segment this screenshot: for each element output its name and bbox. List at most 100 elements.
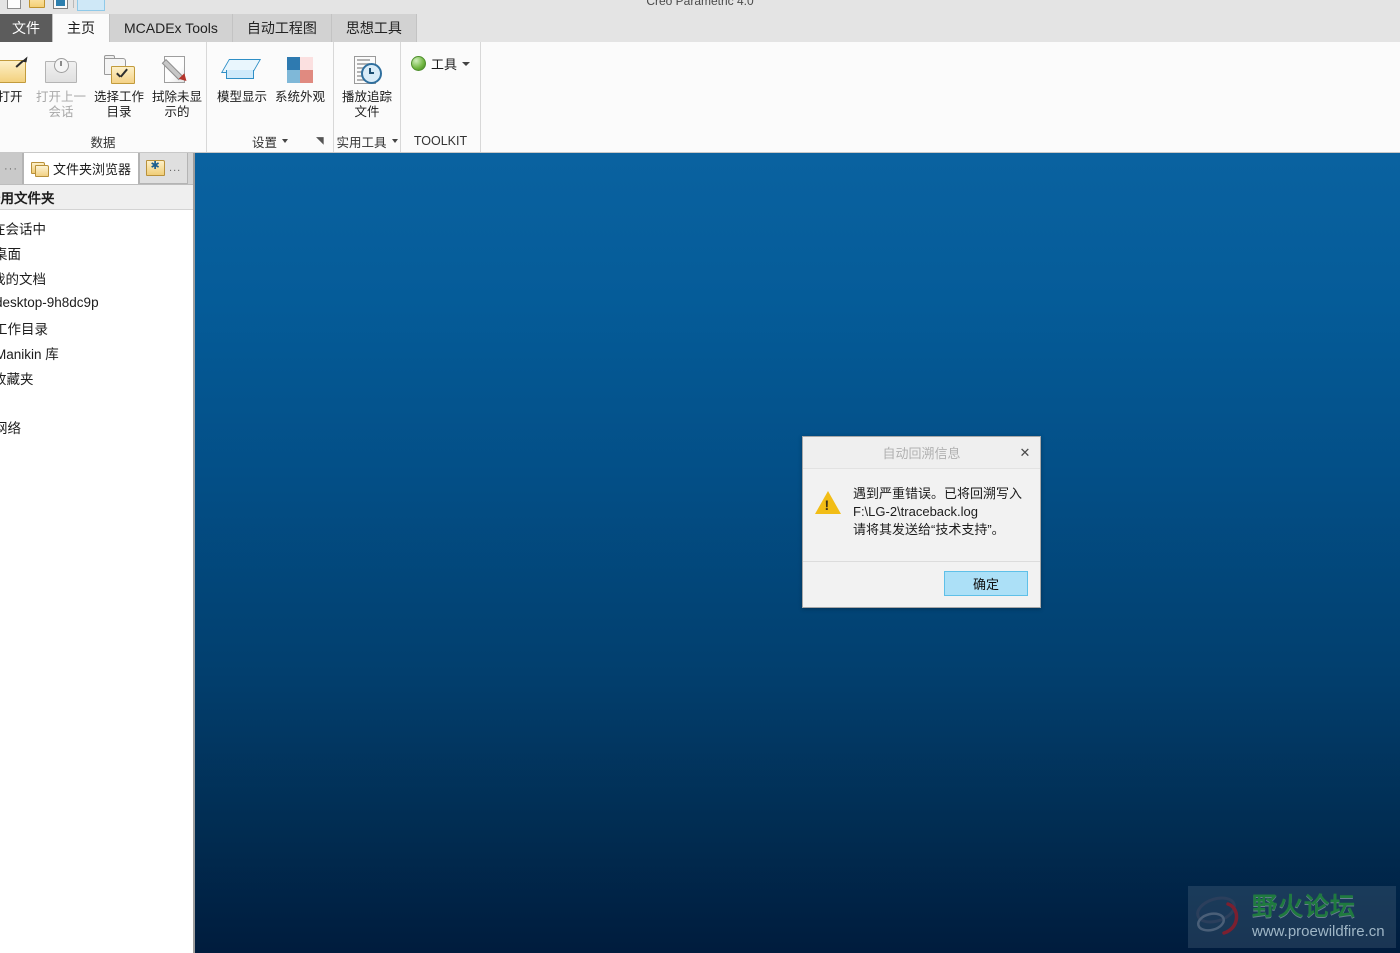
ribbon-group-settings: 模型显示 系统外观 设置 ◥ (207, 42, 334, 152)
folder-check-icon (96, 50, 142, 90)
tree-item-label: 我的文档 (0, 271, 46, 287)
play-trace-file-icon (344, 50, 390, 90)
system-appearance-label: 系统外观 (274, 90, 325, 104)
ribbon-group-utilities-label-text: 实用工具 (336, 135, 387, 150)
navigator-panel: ··· 文件夹浏览器 ... 公用文件夹 在会话中 桌面 (0, 153, 195, 953)
ribbon-group-data-label: 数据 (0, 130, 206, 152)
navigator-tabs: ··· 文件夹浏览器 ... (0, 153, 193, 185)
open-button-label: 打开 (0, 90, 23, 104)
folder-star-icon (146, 159, 166, 176)
tree-item-label: 网络 (0, 420, 21, 436)
ribbon-group-data: 打开 打开上一会话 选择工作目录 拭除未显示的 数据 (0, 42, 207, 152)
tree-item-favorites[interactable]: 收藏夹 (0, 365, 193, 390)
tree-item-label: 收藏夹 (0, 371, 34, 387)
navigator-header-label: 公用文件夹 (0, 191, 55, 206)
ribbon-group-settings-label[interactable]: 设置 ◥ (207, 130, 333, 152)
folders-icon (31, 161, 49, 177)
ribbon-group-settings-label-text: 设置 (251, 135, 277, 150)
ribbon-group-utilities-label[interactable]: 实用工具 (334, 130, 400, 152)
dialog-title-bar: 自动回溯信息 ✕ (803, 437, 1040, 469)
warning-triangle-icon (815, 491, 841, 514)
open-last-session-label: 打开上一会话 (35, 90, 86, 119)
chevron-down-icon (282, 139, 288, 143)
erase-not-displayed-button[interactable]: 拭除未显示的 (148, 48, 206, 120)
ribbon-group-data-items: 打开 打开上一会话 选择工作目录 拭除未显示的 (0, 42, 206, 130)
swatch-3 (287, 70, 300, 83)
chevron-down-icon (462, 61, 471, 66)
tab-mcadex-tools[interactable]: MCADEx Tools (110, 14, 233, 42)
tab-thinking-tools[interactable]: 思想工具 (331, 14, 417, 42)
navigator-tree: 在会话中 桌面 我的文档 desktop-9h8dc9p 工作目录 Maniki… (0, 210, 193, 439)
ribbon: 打开 打开上一会话 选择工作目录 拭除未显示的 数据 模型显示 系统外观 设置 … (0, 42, 1400, 153)
tree-item-manikin-library[interactable]: Manikin 库 (0, 340, 193, 365)
toolkit-tools-button[interactable]: 工具 (401, 48, 480, 73)
chevron-down-icon (391, 139, 398, 143)
play-trace-file-button[interactable]: 播放追踪文件 (338, 48, 396, 120)
select-working-directory-button[interactable]: 选择工作目录 (90, 48, 148, 120)
watermark-url: www.proewildfire.cn (1252, 923, 1385, 940)
green-orb-icon (411, 56, 426, 71)
erase-not-displayed-label: 拭除未显示的 (151, 90, 202, 119)
dialog-body: 遇到严重错误。已将回溯写入 F:\LG-2\traceback.log 请将其发… (803, 469, 1040, 561)
graphics-area[interactable] (195, 153, 1400, 953)
open-folder-icon (0, 50, 33, 90)
ribbon-tabstrip: 文件 主页 MCADEx Tools 自动工程图 思想工具 (0, 14, 1400, 43)
tree-item-label: 桌面 (0, 246, 21, 262)
tree-item-label: 在会话中 (0, 221, 46, 237)
ribbon-group-settings-items: 模型显示 系统外观 (207, 42, 333, 130)
navigator-tab-favorites-more: ... (169, 162, 182, 174)
open-button[interactable]: 打开 (0, 48, 32, 105)
ribbon-group-toolkit: 工具 TOOLKIT (401, 42, 482, 152)
ribbon-group-data-label-text: 数据 (90, 135, 116, 150)
dialog-launcher-icon[interactable]: ◥ (316, 136, 327, 147)
dialog-message-line-1: 遇到严重错误。已将回溯写入 (853, 486, 1023, 501)
tab-auto-drawing[interactable]: 自动工程图 (232, 14, 332, 42)
swatch-2 (300, 57, 313, 70)
tree-item-label: 工作目录 (0, 321, 48, 337)
collapse-dots-icon: ··· (4, 162, 18, 175)
ribbon-tabs: 文件 主页 MCADEx Tools 自动工程图 思想工具 (0, 14, 1400, 42)
tree-item-in-session[interactable]: 在会话中 (0, 215, 193, 240)
ribbon-group-utilities: 播放追踪文件 实用工具 (334, 42, 401, 152)
dialog-message-line-3: 请将其发送给“技术支持”。 (853, 522, 1005, 537)
select-working-directory-label: 选择工作目录 (93, 90, 144, 119)
model-display-button[interactable]: 模型显示 (213, 48, 271, 105)
close-icon[interactable]: ✕ (1015, 443, 1035, 463)
watermark-text: 野火论坛 www.proewildfire.cn (1252, 893, 1385, 940)
tree-item-computer[interactable]: desktop-9h8dc9p (0, 290, 193, 315)
erase-icon (154, 50, 200, 90)
ribbon-group-toolkit-label: TOOLKIT (401, 130, 480, 152)
forum-watermark: 野火论坛 www.proewildfire.cn (1188, 886, 1396, 948)
tree-item-working-directory[interactable]: 工作目录 (0, 315, 193, 340)
navigator-header: 公用文件夹 (0, 185, 193, 210)
tree-item-label: desktop-9h8dc9p (0, 295, 99, 310)
swatch-4 (300, 70, 313, 83)
dialog-title: 自动回溯信息 (882, 446, 961, 461)
navigator-tab-favorites[interactable]: ... (139, 153, 189, 184)
open-last-session-button[interactable]: 打开上一会话 (32, 48, 90, 120)
tree-item-network[interactable]: 网络 (0, 414, 193, 439)
dialog-message: 遇到严重错误。已将回溯写入 F:\LG-2\traceback.log 请将其发… (853, 485, 1022, 539)
dialog-ok-button[interactable]: 确定 (944, 571, 1028, 596)
tree-item-label: Manikin 库 (0, 346, 59, 362)
forum-logo-icon (1196, 896, 1239, 935)
tree-item-desktop[interactable]: 桌面 (0, 240, 193, 265)
navigator-tab-folder-browser[interactable]: 文件夹浏览器 (23, 153, 140, 184)
ribbon-group-toolkit-items: 工具 (401, 42, 480, 130)
watermark-title: 野火论坛 (1252, 893, 1357, 921)
swatch-1 (287, 57, 300, 70)
ribbon-group-utilities-items: 播放追踪文件 (334, 42, 400, 130)
navigator-tab-collapsed[interactable]: ··· (0, 153, 23, 184)
toolkit-tools-label: 工具 (431, 57, 458, 72)
tree-item-my-documents[interactable]: 我的文档 (0, 265, 193, 290)
tab-file[interactable]: 文件 (0, 14, 52, 42)
folder-clock-icon (38, 50, 84, 90)
navigator-tab-folder-browser-label: 文件夹浏览器 (53, 162, 132, 177)
ribbon-group-toolkit-label-text: TOOLKIT (413, 134, 468, 148)
system-appearance-button[interactable]: 系统外观 (271, 48, 329, 105)
creo-application-window: Creo Parametric 4.0 文件 主页 MCADEx Tools 自… (0, 0, 1400, 953)
window-title: Creo Parametric 4.0 (646, 0, 754, 8)
tab-home[interactable]: 主页 (52, 14, 110, 42)
model-display-label: 模型显示 (216, 90, 267, 104)
